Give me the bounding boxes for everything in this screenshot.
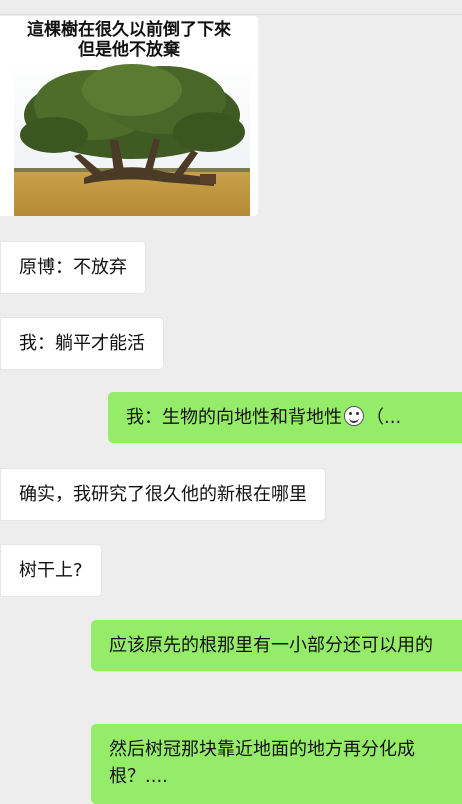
message-text: 确实，我研究了很久他的新根在哪里 [19,484,307,505]
thinking-face-emoji-icon [344,406,364,426]
image-message[interactable]: 這棵樹在很久以前倒了下來 但是他不放棄 [0,16,258,216]
meme-caption-line1: 這棵樹在很久以前倒了下來 [27,20,231,40]
incoming-message[interactable]: 树干上? [0,544,102,597]
incoming-message[interactable]: 确实，我研究了很久他的新根在哪里 [0,468,326,521]
fallen-tree-photo [14,60,250,216]
message-text: 然后树冠那块靠近地面的地方再分化成根？.... [109,739,415,787]
message-text: 我：生物的向地性和背地性 [126,407,342,428]
outgoing-message[interactable]: 然后树冠那块靠近地面的地方再分化成根？.... [91,724,462,804]
outgoing-message[interactable]: 应该原先的根那里有一小部分还可以用的 [91,620,462,671]
incoming-message[interactable]: 我：躺平才能活 [0,317,164,370]
message-text-ellipsis: （... [366,407,402,428]
message-text: 树干上? [19,560,83,581]
message-text: 原博：不放弃 [19,257,127,278]
outgoing-message[interactable]: 我：生物的向地性和背地性 （... [108,392,462,443]
top-divider [0,14,462,15]
incoming-message[interactable]: 原博：不放弃 [0,241,146,294]
message-text: 我：躺平才能活 [19,333,145,354]
meme-caption-line2: 但是他不放棄 [78,40,180,60]
meme-caption: 這棵樹在很久以前倒了下來 但是他不放棄 [0,20,258,60]
message-text: 应该原先的根那里有一小部分还可以用的 [109,635,433,656]
